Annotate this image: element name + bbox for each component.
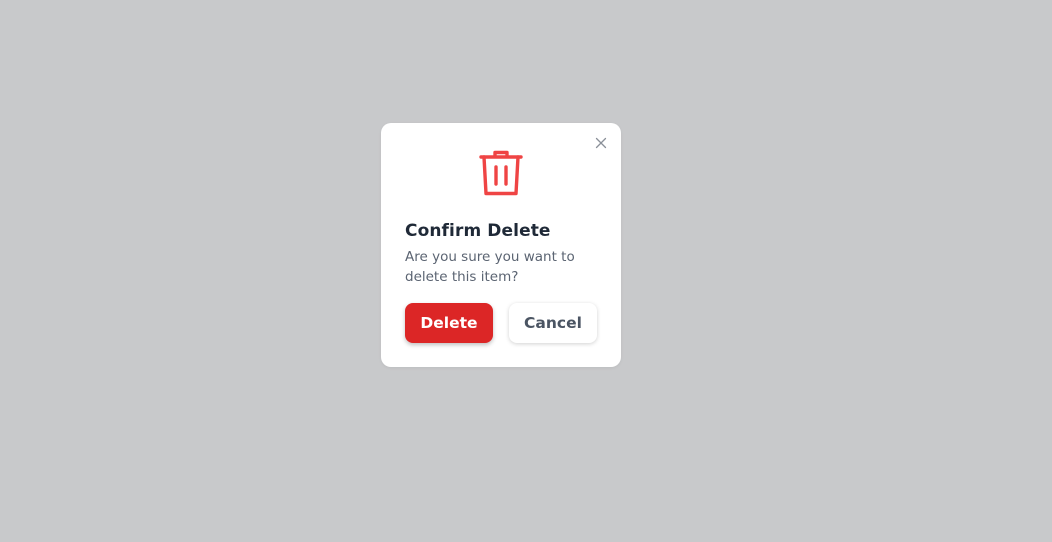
close-icon[interactable] (593, 135, 609, 151)
cancel-button[interactable]: Cancel (509, 303, 597, 343)
dialog-title: Confirm Delete (405, 221, 551, 241)
trash-icon (479, 150, 523, 196)
confirm-delete-dialog: Confirm Delete Are you sure you want to … (381, 123, 621, 367)
dialog-message: Are you sure you want to delete this ite… (405, 249, 575, 285)
delete-button[interactable]: Delete (405, 303, 493, 343)
